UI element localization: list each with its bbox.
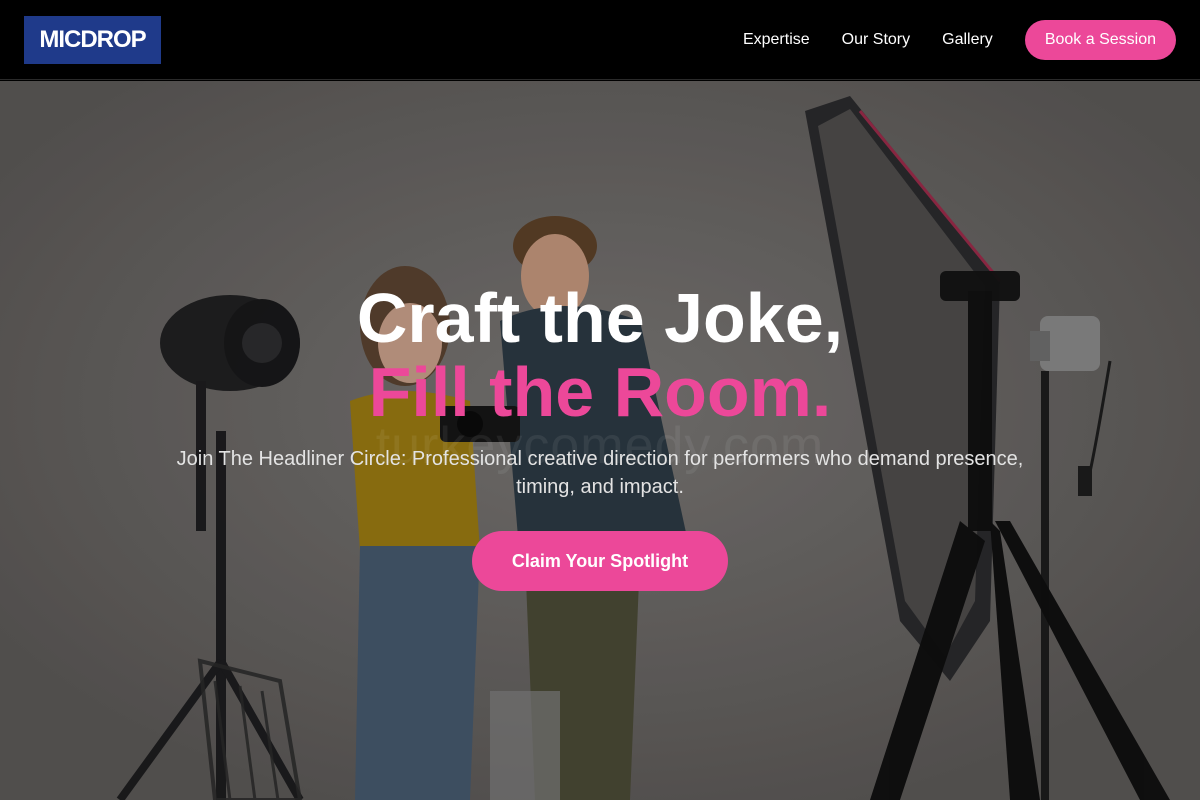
site-header: MICDROP Expertise Our Story Gallery Book…: [0, 0, 1200, 80]
book-session-button[interactable]: Book a Session: [1024, 19, 1176, 60]
brand-logo[interactable]: MICDROP: [24, 15, 161, 64]
hero-headline: Craft the Joke, Fill the Room.: [0, 281, 1200, 429]
hero-content: Craft the Joke, Fill the Room. Join The …: [0, 281, 1200, 591]
hero-subtext: Join The Headliner Circle: Professional …: [176, 448, 1024, 498]
main-nav: Expertise Our Story Gallery Book a Sessi…: [743, 19, 1176, 60]
hero-section: turkeycomedy.com Craft the Joke, Fill th…: [0, 81, 1200, 800]
nav-link-expertise[interactable]: Expertise: [743, 31, 810, 49]
headline-line-2: Fill the Room.: [368, 353, 832, 431]
nav-link-our-story[interactable]: Our Story: [842, 31, 910, 49]
nav-link-gallery[interactable]: Gallery: [942, 31, 993, 49]
headline-line-1: Craft the Joke,: [356, 279, 844, 357]
claim-spotlight-button[interactable]: Claim Your Spotlight: [472, 531, 728, 591]
